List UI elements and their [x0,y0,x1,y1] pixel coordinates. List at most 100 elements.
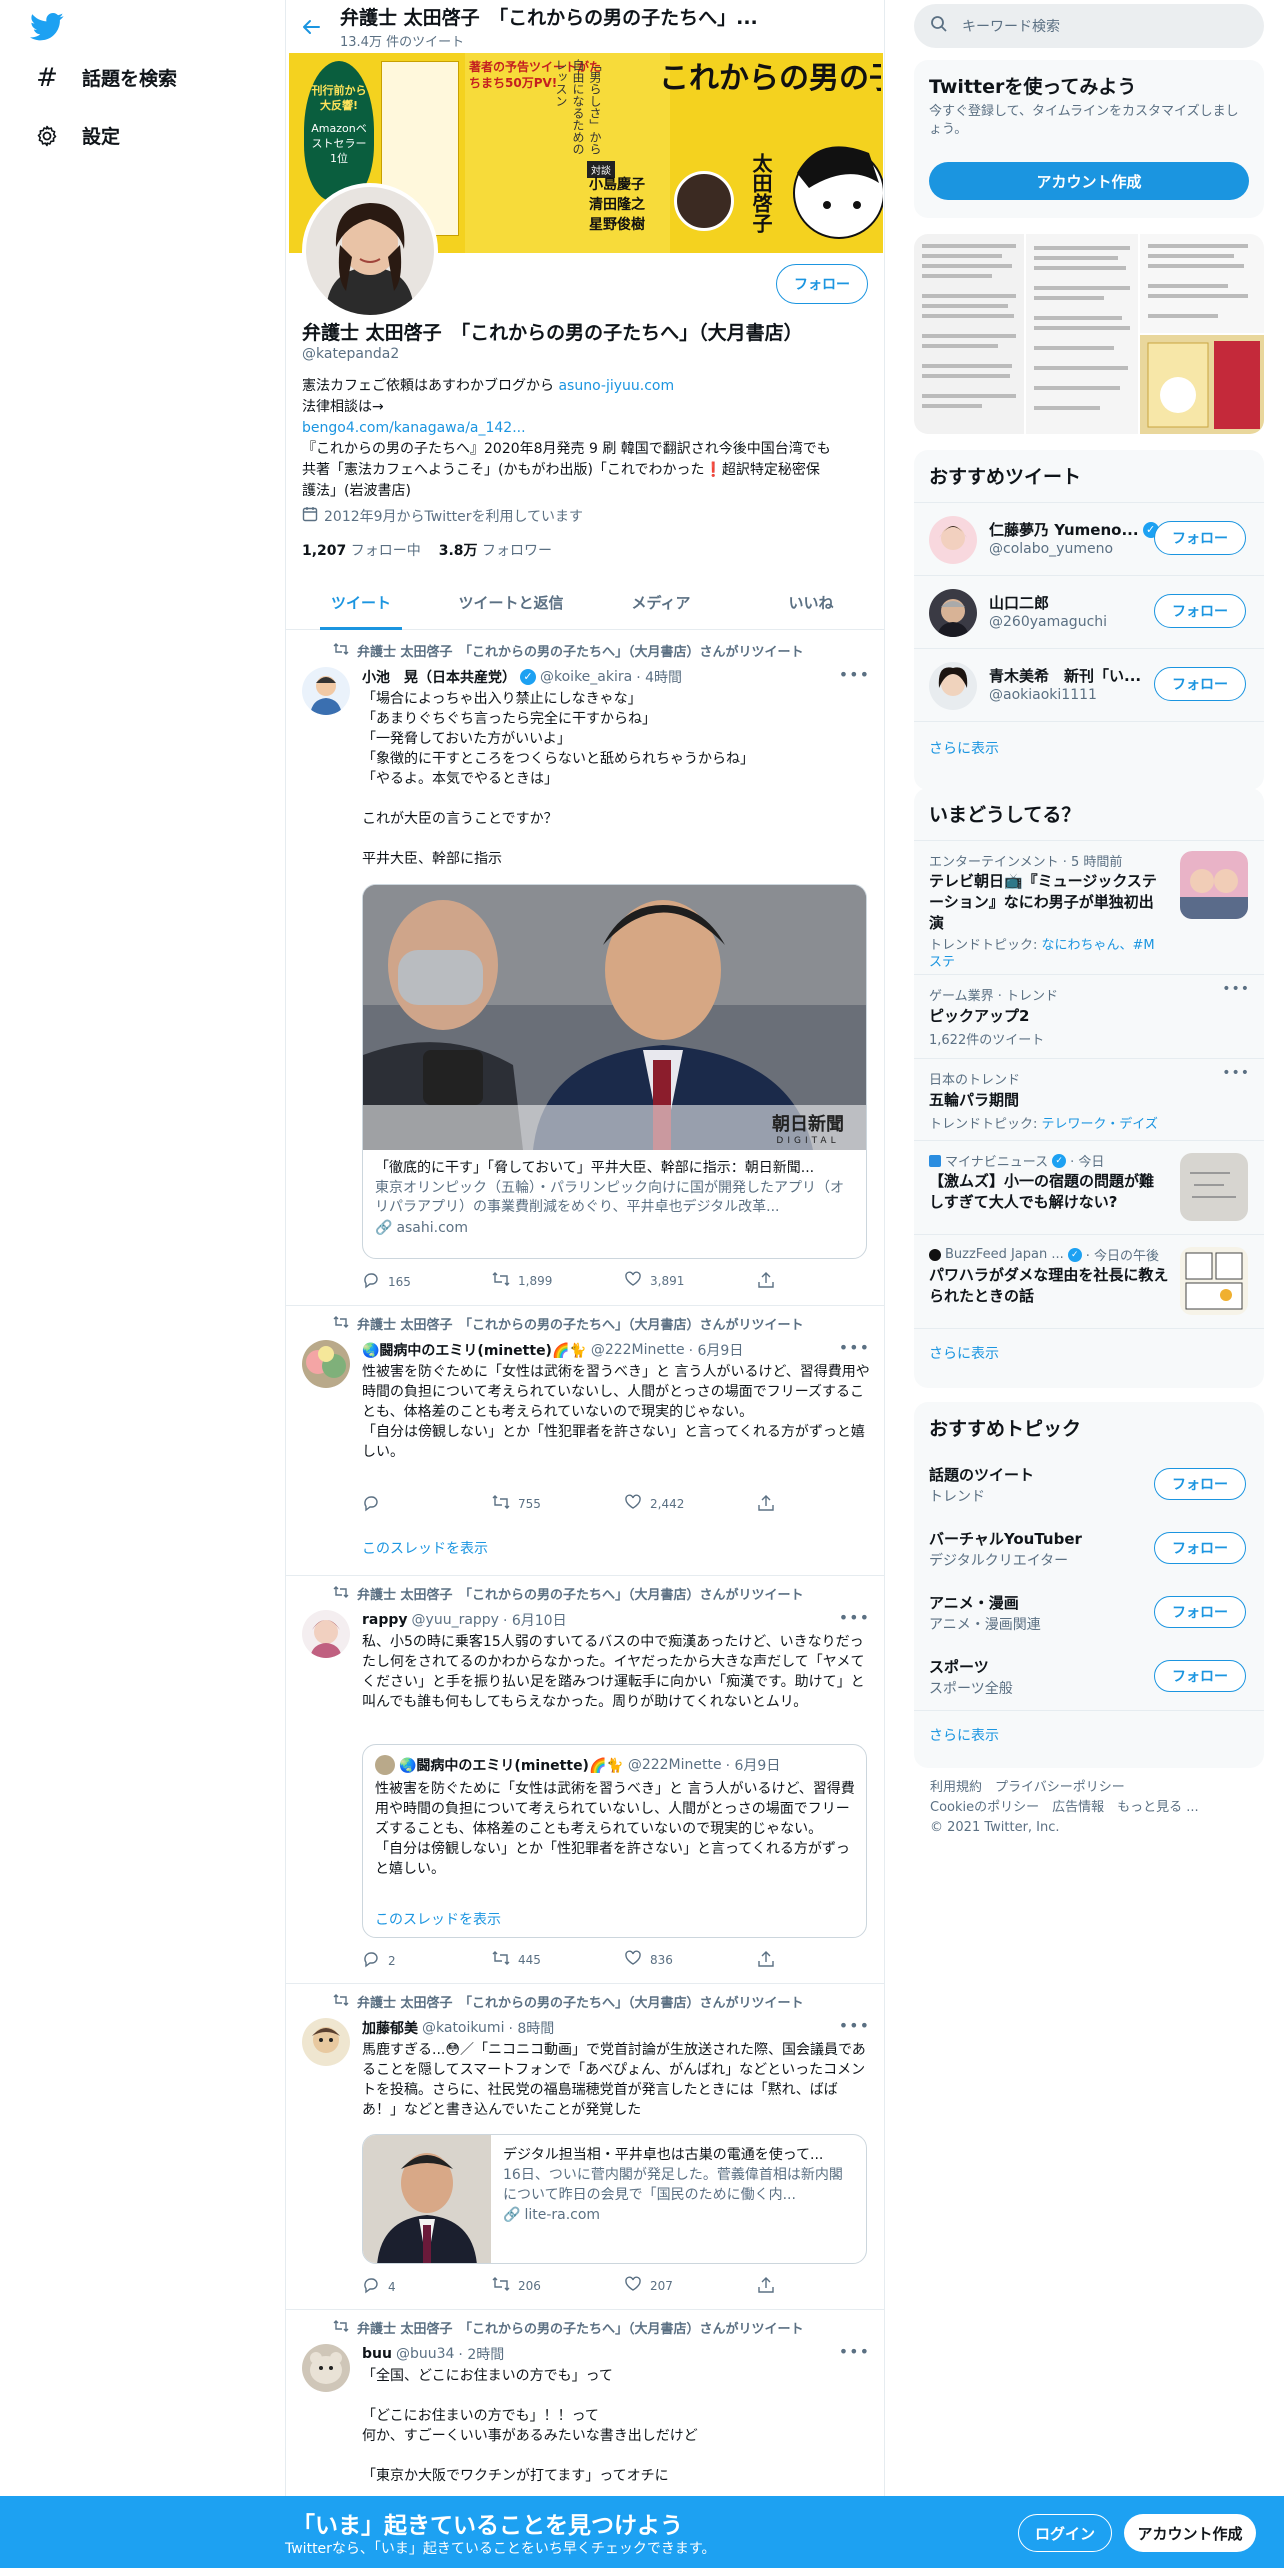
tweet[interactable]: 弁護士 太田啓子 「これからの男の子たちへ」（大月書店）さんがリツイート 加藤郁… [286,1984,884,2310]
tab-tweets[interactable]: ツイート [286,576,436,630]
more-options-icon[interactable]: ••• [839,1338,870,1357]
tweet-handle[interactable]: @buu34 [396,2346,454,2362]
follow-topic-button[interactable]: フォロー [1154,1532,1246,1564]
tweet[interactable]: 弁護士 太田啓子 「これからの男の子たちへ」（大月書店）さんがリツイート 🌏闘病… [286,1306,884,1576]
tweet-time[interactable]: · 6月9日 [689,1340,744,1360]
reply-button[interactable] [362,1494,388,1515]
tweet-handle[interactable]: @222Minette [591,1342,685,1358]
news-item[interactable]: BuzzFeed Japan ... ✓ · 今日の午後 パワハラがダメな理由を社長… [914,1234,1264,1328]
like-button[interactable]: 836 [624,1950,673,1969]
nav-explore[interactable]: # 話題を検索 [34,63,177,93]
follow-topic-button[interactable]: フォロー [1154,1596,1246,1628]
avatar[interactable] [302,2018,350,2066]
follow-topic-button[interactable]: フォロー [1154,1660,1246,1692]
link-card[interactable]: 朝日新聞 DIGITAL 「徹底的に干す」「脅しておいて」平井大臣、幹部に指示：… [362,884,867,1259]
profile-follow-button[interactable]: フォロー [776,264,868,304]
reply-button[interactable]: 2 [362,1950,396,1971]
tweet-time[interactable]: · 8時間 [508,2018,554,2038]
signup-button[interactable]: アカウント作成 [1124,2514,1256,2552]
tweet-time[interactable]: · 6月10日 [503,1610,567,1630]
tweet-author-name[interactable]: buu [362,2346,392,2362]
trend-item[interactable]: エンターテインメント · 5 時間前 テレビ朝日📺『ミュージックステーション』な… [914,840,1264,974]
search-box[interactable]: キーワード検索 [914,4,1264,48]
login-button[interactable]: ログイン [1018,2514,1112,2552]
share-button[interactable] [757,1950,775,1971]
show-more-link[interactable]: さらに表示 [914,1328,1264,1388]
avatar[interactable] [302,1340,350,1388]
topic-item[interactable]: バーチャルYouTuber デジタルクリエイター フォロー [914,1518,1264,1582]
tab-tweets-replies[interactable]: ツイートと返信 [436,576,586,629]
twitter-bird-icon[interactable] [30,12,64,42]
news-item[interactable]: マイナビニュース ✓ · 今日 【激ムズ】小一の宿題の問題が難しすぎて大人でも解けな… [914,1140,1264,1234]
media-thumb-1[interactable] [914,234,1024,434]
following-stat[interactable]: 1,207 フォロー中 [302,540,421,560]
more-options-icon[interactable]: ••• [839,2016,870,2035]
media-preview[interactable] [914,234,1264,434]
retweet-button[interactable]: 445 [492,1950,541,1969]
more-options-icon[interactable]: ••• [1222,1065,1250,1081]
trend-sub-links[interactable]: テレワーク・デイズ [1042,1117,1158,1132]
tweet[interactable]: 弁護士 太田啓子 「これからの男の子たちへ」（大月書店）さんがリツイート 小池 … [286,631,884,1306]
follow-topic-button[interactable]: フォロー [1154,1468,1246,1500]
footer-line-1[interactable]: 利用規約 プライバシーポリシー [930,1778,1264,1798]
like-button[interactable]: 2,442 [624,1494,684,1513]
share-button[interactable] [757,1271,775,1292]
retweet-button[interactable]: 206 [492,2276,541,2295]
more-options-icon[interactable]: ••• [1222,981,1250,997]
retweet-button[interactable]: 755 [492,1494,541,1513]
footer-line-2[interactable]: Cookieのポリシー 広告情報 もっと見る ... [930,1798,1264,1818]
reply-button[interactable]: 4 [362,2276,396,2297]
back-arrow-icon[interactable] [296,12,326,42]
trend-item[interactable]: ゲーム業界 · トレンド ピックアップ2 1,622件のツイート ••• [914,974,1264,1058]
create-account-button[interactable]: アカウント作成 [929,162,1249,200]
follow-button[interactable]: フォロー [1154,667,1246,701]
like-button[interactable]: 207 [624,2276,673,2295]
avatar[interactable] [302,2344,350,2392]
more-options-icon[interactable]: ••• [839,665,870,684]
tweet[interactable]: 弁護士 太田啓子 「これからの男の子たちへ」（大月書店）さんがリツイート rap… [286,1576,884,1984]
tweet-handle[interactable]: @yuu_rappy [412,1612,499,1628]
share-button[interactable] [757,2276,775,2297]
tweet-author-name[interactable]: 小池 晃（日本共産党） [362,667,516,687]
topic-item[interactable]: 話題のツイート トレンド フォロー [914,1454,1264,1518]
reply-button[interactable]: 165 [362,1271,411,1292]
tweet-handle[interactable]: @koike_akira [540,669,632,685]
media-thumb-3[interactable] [1140,234,1264,333]
follow-button[interactable]: フォロー [1154,594,1246,628]
trend-item[interactable]: 日本のトレンド 五輪パラ期間 トレンドトピック: テレワーク・デイズ ••• [914,1058,1264,1140]
follow-button[interactable]: フォロー [1154,521,1246,555]
quoted-tweet[interactable]: 🌏闘病中のエミリ(minette)🌈🐈 @222Minette · 6月9日 性… [362,1744,867,1938]
more-options-icon[interactable]: ••• [839,2342,870,2361]
tab-media[interactable]: メディア [586,576,736,629]
share-button[interactable] [757,1494,775,1515]
nav-settings[interactable]: 設定 [34,122,120,149]
tweet-time[interactable]: · 4時間 [636,667,682,687]
profile-avatar[interactable] [302,183,438,319]
tweet-time[interactable]: · 2時間 [458,2344,504,2364]
show-more-link[interactable]: さらに表示 [914,721,1264,790]
avatar[interactable] [302,1610,350,1658]
tweet-author-name[interactable]: rappy [362,1612,408,1628]
show-more-link[interactable]: さらに表示 [914,1710,1264,1768]
retweet-button[interactable]: 1,899 [492,1271,552,1290]
like-button[interactable]: 3,891 [624,1271,684,1290]
tweet-handle[interactable]: @katoikumi [422,2020,504,2036]
recommended-user[interactable]: 青木美希 新刊「い... @aokiaoki1111 フォロー [914,648,1264,721]
tweet-author-name[interactable]: 加藤郁美 [362,2018,418,2038]
more-options-icon[interactable]: ••• [839,1608,870,1627]
quote-show-thread-link[interactable]: このスレッドを表示 [375,1909,501,1929]
topic-item[interactable]: アニメ・漫画 アニメ・漫画関連 フォロー [914,1582,1264,1646]
bio-link-asuno[interactable]: asuno-jiyuu.com [558,378,674,394]
media-thumb-2[interactable] [1026,234,1138,434]
tab-likes[interactable]: いいね [736,576,884,629]
recommended-user[interactable]: 仁藤夢乃 Yumeno... ✓ @colabo_yumeno フォロー [914,502,1264,575]
followers-stat[interactable]: 3.8万 フォロワー [439,540,552,560]
bio-link-bengo4[interactable]: bengo4.com/kanagawa/a_142... [302,420,526,436]
tweet-author-name[interactable]: 🌏闘病中のエミリ(minette)🌈🐈 [362,1340,587,1360]
recommended-user[interactable]: 山口二郎 @260yamaguchi フォロー [914,575,1264,648]
topic-item[interactable]: スポーツ スポーツ全般 フォロー [914,1646,1264,1710]
avatar[interactable] [302,667,350,715]
link-card[interactable]: デジタル担当相・平井卓也は古巣の電通を使って... 16日、ついに菅内閣が発足し… [362,2134,867,2264]
show-thread-link[interactable]: このスレッドを表示 [362,1538,488,1558]
media-thumb-4[interactable] [1140,335,1264,434]
